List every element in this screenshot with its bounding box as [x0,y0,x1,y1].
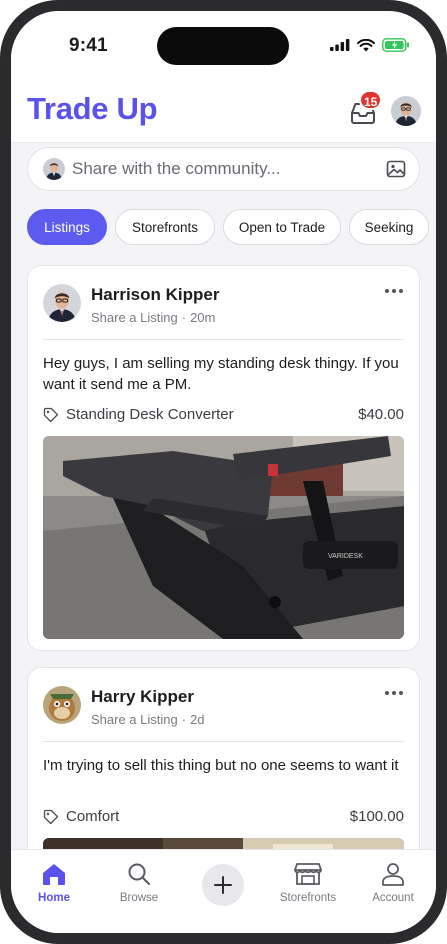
listing-price: $40.00 [358,406,404,423]
tab-account-label: Account [372,892,414,904]
meta-separator: · [181,310,187,325]
post-card[interactable]: Harrison Kipper Share a Listing · 20m Hey … [27,265,420,651]
listing-row[interactable]: Comfort $100.00 [43,808,404,825]
status-time: 9:41 [69,35,108,56]
composer-avatar [43,158,65,180]
author-name[interactable]: Harrison Kipper [91,285,219,305]
chip-listings[interactable]: Listings [27,209,107,245]
status-bar: 9:41 [11,11,436,77]
create-post-button[interactable] [202,864,244,906]
post-text: I'm trying to sell this thing but no one… [43,757,399,774]
post-action: Share a Listing [91,712,178,727]
post-meta: Share a Listing · 2d [91,712,205,727]
add-image-button[interactable] [386,159,406,179]
share-composer[interactable] [27,147,420,191]
author-avatar[interactable] [43,686,81,724]
image-icon [386,160,406,178]
more-icon [385,691,403,695]
post-text: Hey guys, I am selling my standing desk … [43,355,399,393]
status-icons [330,38,410,52]
chip-storefronts[interactable]: Storefronts [115,209,215,245]
listing-title: Standing Desk Converter [66,406,234,423]
signal-icon [330,39,350,51]
tab-home-label: Home [38,892,70,904]
profile-avatar[interactable] [391,96,421,126]
app-header: Trade Up 15 [11,77,436,143]
inbox-badge: 15 [359,90,383,110]
tab-account[interactable]: Account [353,862,433,904]
more-options-button[interactable] [383,686,405,698]
post-meta: Share a Listing · 20m [91,310,215,325]
listing-price: $100.00 [349,808,404,825]
tab-bar: Home Browse Storefronts Account [11,849,436,933]
post-action: Share a Listing [91,310,178,325]
svg-text:VARIDESK: VARIDESK [328,553,363,560]
phone-frame: 9:41 Trade Up 15 Share with the communit… [0,0,447,944]
home-icon [43,864,65,885]
post-time: 2d [190,712,205,727]
listing-row[interactable]: Standing Desk Converter $40.00 [43,406,404,423]
tab-storefronts[interactable]: Storefronts [268,862,348,904]
listing-title: Comfort [66,808,120,825]
author-name[interactable]: Harry Kipper [91,687,194,707]
tab-storefronts-label: Storefronts [279,892,337,904]
battery-icon [382,38,409,52]
store-icon [294,863,322,885]
meta-separator: · [181,712,187,727]
screen: 9:41 Trade Up 15 Share with the communit… [11,11,436,933]
tab-browse[interactable]: Browse [99,862,179,904]
filter-chips: Listings Storefronts Open to Trade Seeki… [27,209,429,245]
divider [43,741,404,742]
post-time: 20m [190,310,216,325]
share-input[interactable] [72,156,372,182]
more-icon [385,289,403,293]
more-options-button[interactable] [383,284,405,296]
chip-open-to-trade[interactable]: Open to Trade [223,209,341,245]
author-avatar[interactable] [43,284,81,322]
wifi-icon [357,38,375,51]
tab-browse-label: Browse [119,892,159,904]
search-icon [128,863,150,885]
tag-icon [43,407,59,422]
plus-icon [214,876,232,894]
tag-icon [43,809,59,824]
divider [43,339,404,340]
dynamic-island [157,27,289,65]
tab-home[interactable]: Home [14,862,94,904]
chip-seeking[interactable]: Seeking [349,209,429,245]
listing-photo[interactable]: VARIDESK [43,436,404,639]
app-title: Trade Up [27,91,158,126]
person-icon [382,863,404,886]
